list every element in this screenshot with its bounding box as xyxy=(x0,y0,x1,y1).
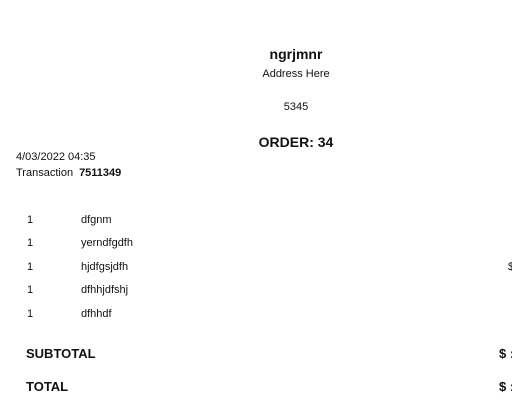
item-quantity: 1 xyxy=(27,214,34,226)
item-name: hjdfgsjdfh xyxy=(81,260,129,273)
transaction-label: Transaction xyxy=(16,167,74,179)
list-item: 1 dfhhdf xyxy=(0,308,512,331)
list-item: 1 dfhhjdfshj xyxy=(0,284,512,307)
store-address: Address Here xyxy=(262,68,330,80)
store-name: ngrjmnr xyxy=(269,46,323,62)
item-name: dfhhdf xyxy=(81,307,112,320)
subtotal-label: SUBTOTAL xyxy=(26,346,96,361)
item-name: dfhhjdfshj xyxy=(81,284,129,297)
item-price: $ xyxy=(508,260,512,273)
list-item: 1 hjdfgsjdfh $ xyxy=(0,261,512,284)
total-label: TOTAL xyxy=(26,379,69,394)
item-quantity: 1 xyxy=(27,260,34,273)
transaction-line: Transaction 7511349 xyxy=(16,167,121,179)
store-number: 5345 xyxy=(283,101,309,113)
item-name: dfgnm xyxy=(81,214,112,226)
list-item: 1 dfgnm xyxy=(0,214,512,237)
order-title: ORDER: 34 xyxy=(258,134,334,150)
list-item: 1 yerndfgdfh xyxy=(0,237,512,260)
order-datetime: 4/03/2022 04:35 xyxy=(16,151,96,163)
item-name: yerndfgdfh xyxy=(81,237,133,250)
item-quantity: 1 xyxy=(27,307,34,320)
receipt-page: ngrjmnr Address Here 5345 ORDER: 34 4/03… xyxy=(0,0,512,400)
subtotal-value: $ : xyxy=(499,346,512,361)
transaction-number: 7511349 xyxy=(79,167,122,179)
item-quantity: 1 xyxy=(27,237,34,250)
item-quantity: 1 xyxy=(27,284,34,297)
total-value: $ : xyxy=(499,379,512,394)
item-list: 1 dfgnm 1 yerndfgdfh 1 hjdfgsjdfh $ 1 df… xyxy=(0,214,512,331)
